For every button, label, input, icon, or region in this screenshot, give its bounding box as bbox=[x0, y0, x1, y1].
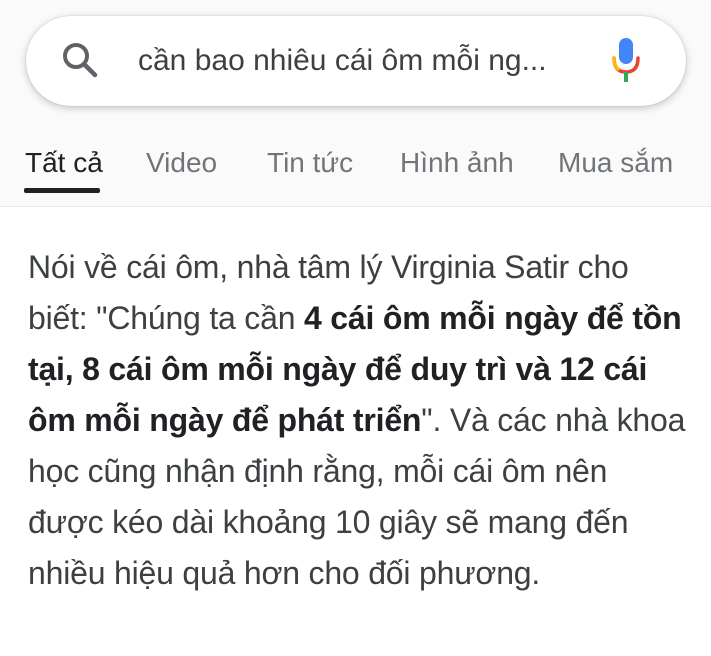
tab-shopping[interactable]: Mua sắm bbox=[558, 146, 673, 180]
tab-images[interactable]: Hình ảnh bbox=[400, 146, 514, 180]
featured-snippet: Nói về cái ôm, nhà tâm lý Virginia Satir… bbox=[28, 242, 688, 599]
search-icon[interactable] bbox=[60, 40, 100, 80]
search-input[interactable]: cần bao nhiêu cái ôm mỗi ng... bbox=[138, 42, 547, 80]
search-results-page: cần bao nhiêu cái ôm mỗi ng... Tất cả Vi… bbox=[0, 0, 711, 656]
search-tabs: Tất cả Video Tin tức Hình ảnh Mua sắm bbox=[0, 120, 711, 207]
search-box[interactable]: cần bao nhiêu cái ôm mỗi ng... bbox=[26, 16, 686, 106]
active-tab-indicator bbox=[24, 188, 100, 193]
search-header: cần bao nhiêu cái ôm mỗi ng... bbox=[0, 0, 711, 120]
microphone-icon[interactable] bbox=[610, 36, 642, 86]
tab-news[interactable]: Tin tức bbox=[267, 146, 353, 180]
tab-all[interactable]: Tất cả bbox=[25, 146, 103, 180]
tab-video[interactable]: Video bbox=[146, 146, 217, 180]
